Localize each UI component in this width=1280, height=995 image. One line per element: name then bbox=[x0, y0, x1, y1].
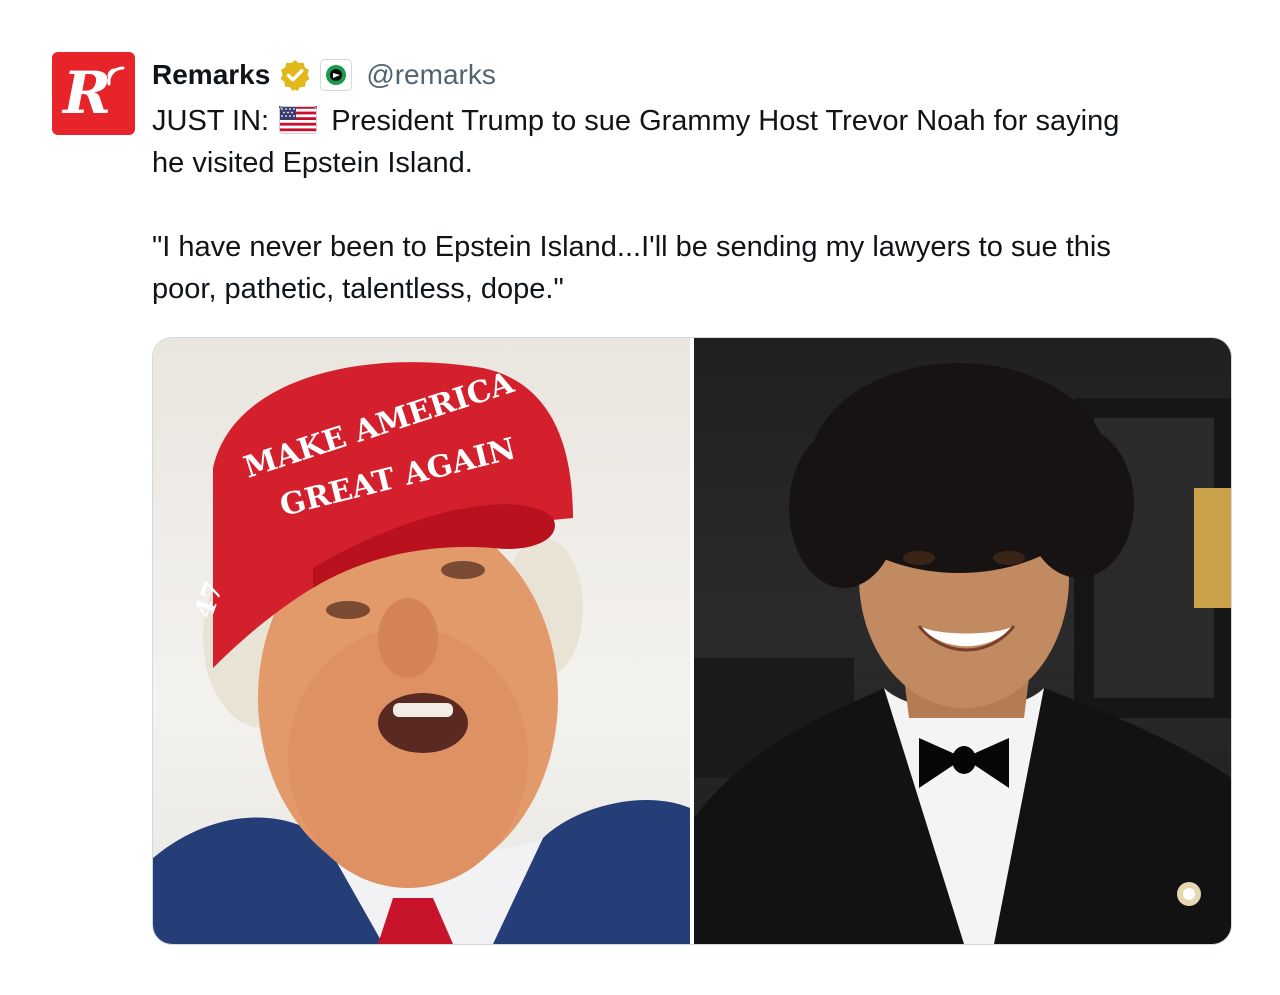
handle[interactable]: @remarks bbox=[366, 59, 496, 91]
verified-badge-icon[interactable] bbox=[278, 58, 312, 92]
photo-trump[interactable]: MAKE AMERICA GREAT AGAIN 47 bbox=[153, 338, 690, 944]
post-text-line-1: JUST IN: President Trump to sue Grammy H… bbox=[152, 100, 1232, 142]
post-text-line-2: he visited Epstein Island. bbox=[152, 147, 473, 179]
affiliate-badge-icon[interactable] bbox=[320, 59, 353, 91]
post[interactable]: R Remarks @remarks JUST IN: President Tr… bbox=[0, 0, 1280, 995]
media-grid: MAKE AMERICA GREAT AGAIN 47 bbox=[152, 337, 1232, 945]
us-flag-icon bbox=[279, 106, 318, 134]
post-header: Remarks @remarks bbox=[152, 58, 496, 92]
post-text: JUST IN: President Trump to sue Grammy H… bbox=[152, 100, 1232, 310]
display-name[interactable]: Remarks bbox=[152, 59, 270, 91]
post-text-line-1-body: President Trump to sue Grammy Host Trevo… bbox=[331, 105, 1120, 137]
broadcast-waves-icon bbox=[107, 66, 125, 86]
post-text-line-3: "I have never been to Epstein Island...I… bbox=[152, 231, 1111, 263]
avatar-logo: R bbox=[63, 59, 112, 127]
photo-noah[interactable] bbox=[694, 338, 1231, 944]
post-text-line-4: poor, pathetic, talentless, dope." bbox=[152, 273, 564, 305]
post-text-prefix: JUST IN: bbox=[152, 105, 270, 137]
avatar[interactable]: R bbox=[52, 52, 135, 135]
